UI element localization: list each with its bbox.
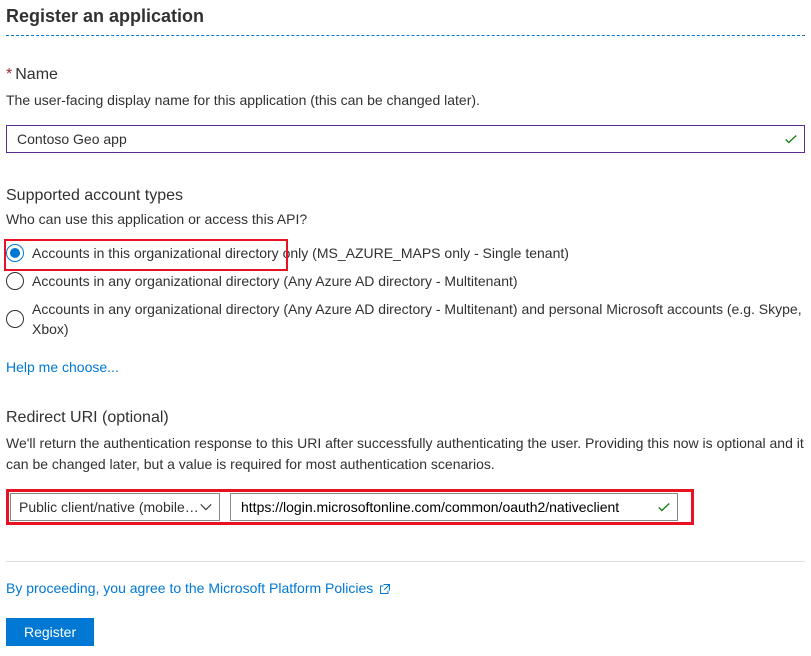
policy-prefix-text: By proceeding, you agree to the	[6, 580, 208, 596]
checkmark-icon	[657, 500, 671, 514]
name-description: The user-facing display name for this ap…	[6, 90, 805, 111]
dropdown-selected-text: Public client/native (mobile ...	[19, 499, 199, 515]
radio-label: Accounts in any organizational directory	[32, 273, 279, 289]
redirect-description: We'll return the authentication response…	[6, 433, 805, 475]
account-types-section: Supported account types Who can use this…	[6, 187, 805, 375]
required-indicator: *	[6, 66, 12, 83]
radio-label: Accounts in any organizational directory	[32, 301, 279, 317]
name-label: *Name	[6, 66, 805, 84]
platform-policies-link[interactable]: Microsoft Platform Policies	[208, 580, 373, 596]
radio-icon	[6, 310, 24, 328]
redirect-uri-section: Redirect URI (optional) We'll return the…	[6, 409, 805, 525]
name-section: *Name The user-facing display name for t…	[6, 66, 805, 153]
name-input[interactable]	[15, 130, 784, 148]
redirect-heading: Redirect URI (optional)	[6, 409, 805, 427]
account-types-who: Who can use this application or access t…	[6, 211, 805, 227]
account-type-radio-group: Accounts in this organizational director…	[6, 239, 805, 343]
help-me-choose-link[interactable]: Help me choose...	[6, 359, 119, 375]
external-link-icon	[379, 583, 391, 595]
policy-row: By proceeding, you agree to the Microsof…	[6, 580, 805, 596]
radio-icon	[6, 272, 24, 290]
redirect-platform-dropdown[interactable]: Public client/native (mobile ...	[10, 493, 220, 521]
name-input-wrapper[interactable]	[6, 125, 805, 153]
account-type-option-multitenant[interactable]: Accounts in any organizational directory…	[6, 267, 805, 295]
footer-divider	[6, 561, 805, 562]
redirect-uri-input[interactable]	[239, 498, 657, 516]
redirect-uri-input-wrapper[interactable]	[230, 493, 678, 521]
radio-label: Accounts in this organizational director…	[32, 245, 308, 261]
account-type-option-multitenant-personal[interactable]: Accounts in any organizational directory…	[6, 295, 805, 343]
account-type-option-single-tenant[interactable]: Accounts in this organizational director…	[6, 239, 805, 267]
radio-label-suffix: (Any Azure AD directory - Multitenant)	[279, 273, 517, 289]
account-types-heading: Supported account types	[6, 187, 805, 205]
title-divider	[6, 35, 805, 36]
register-button[interactable]: Register	[6, 618, 94, 646]
chevron-down-icon	[199, 500, 213, 514]
checkmark-icon	[784, 132, 798, 146]
radio-label-suffix: (MS_AZURE_MAPS only - Single tenant)	[308, 245, 569, 261]
redirect-row: Public client/native (mobile ...	[6, 489, 694, 525]
radio-icon	[6, 244, 24, 262]
page-title: Register an application	[6, 6, 805, 27]
